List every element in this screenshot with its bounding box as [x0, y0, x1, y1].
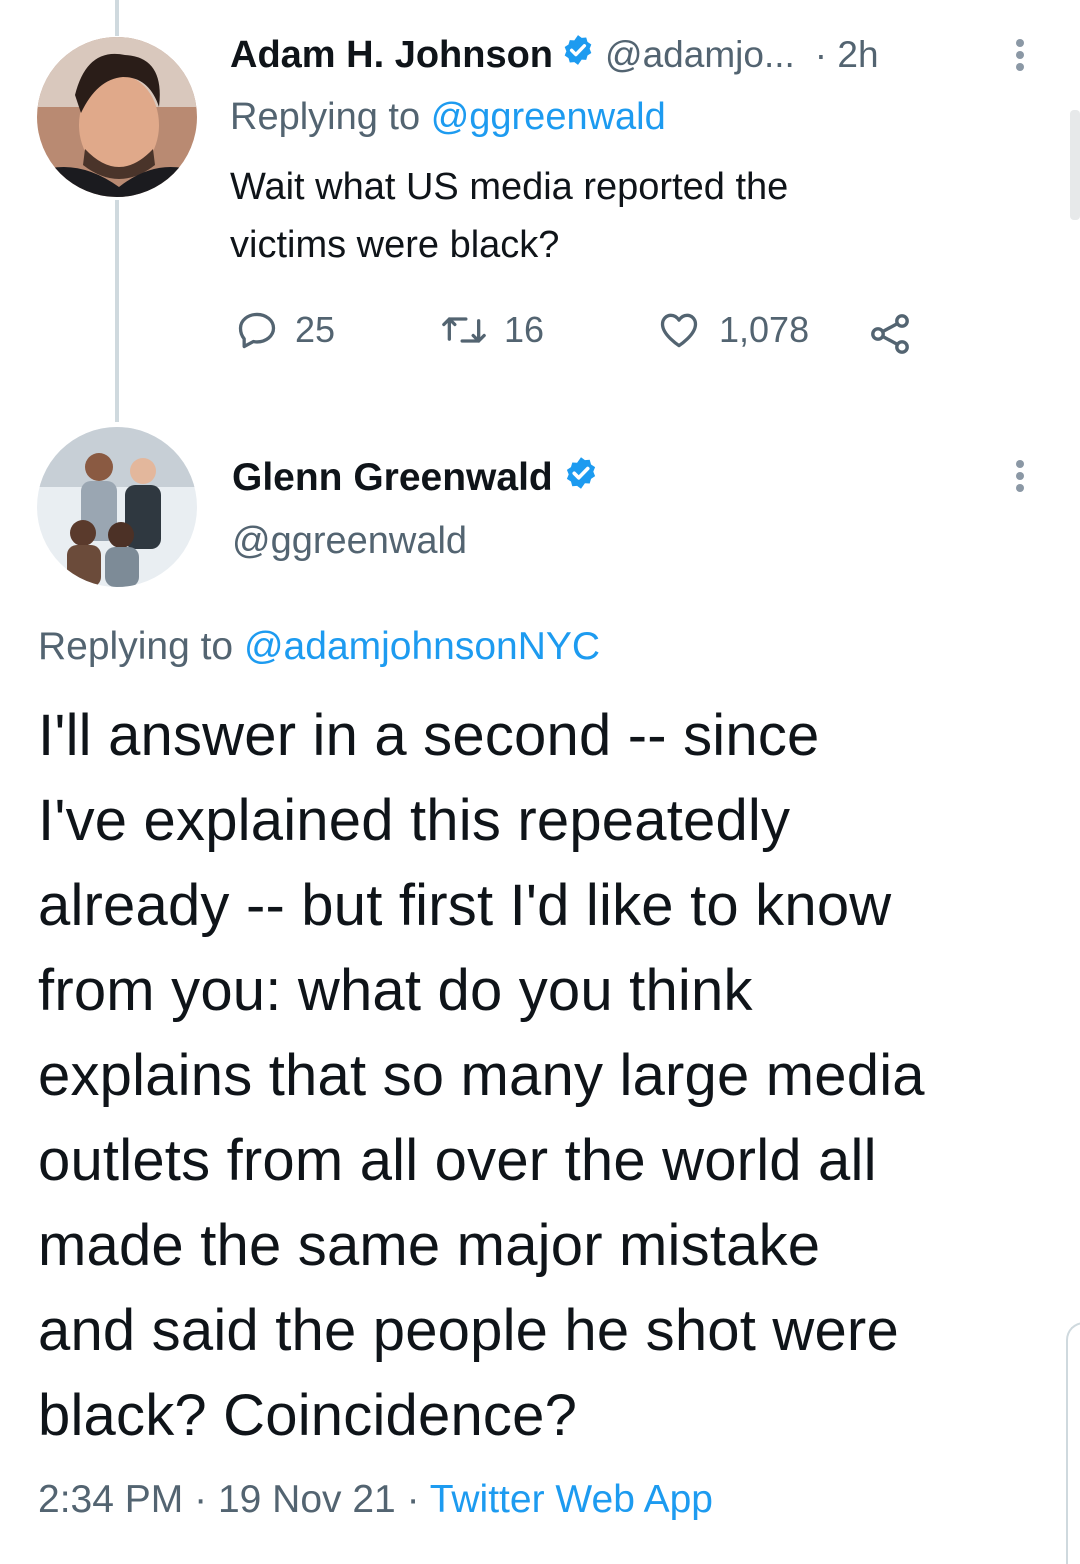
like-button[interactable]: 1,078 [655, 308, 809, 352]
tweet-metadata: 2:34 PM · 19 Nov 21 · Twitter Web App [38, 1478, 713, 1522]
tweet-time[interactable]: 2:34 PM [38, 1478, 183, 1521]
scrollbar[interactable] [1070, 110, 1080, 220]
tweet-source[interactable]: Twitter Web App [430, 1478, 713, 1521]
avatar-glenn[interactable] [37, 427, 197, 587]
like-count: 1,078 [719, 309, 810, 350]
retweet-icon [442, 317, 486, 343]
more-icon[interactable] [1016, 456, 1024, 496]
verified-badge-icon [563, 455, 599, 501]
main-author-name[interactable]: Glenn Greenwald [232, 456, 553, 500]
tweet-date[interactable]: 19 Nov 21 [218, 1478, 396, 1521]
reply-author-name[interactable]: Adam H. Johnson [230, 34, 553, 77]
retweet-count: 16 [504, 309, 545, 350]
main-replying-to: Replying to @adamjohnsonNYC [38, 625, 600, 669]
replying-to-handle[interactable]: @ggreenwald [431, 96, 666, 138]
reply-button[interactable]: 25 [235, 308, 335, 352]
reply-text-line: victims were black? [230, 224, 560, 266]
thread-line-top [115, 0, 119, 36]
verified-badge-icon [561, 33, 595, 77]
main-tweet-header: Glenn Greenwald [232, 452, 599, 504]
replying-to-label: Replying to [230, 96, 421, 138]
reply-replying-to: Replying to @ggreenwald [230, 96, 666, 139]
floating-panel-edge [1066, 1322, 1080, 1564]
share-icon[interactable] [866, 310, 914, 363]
separator: · [406, 1478, 420, 1521]
replying-to-handle[interactable]: @adamjohnsonNYC [244, 625, 600, 668]
main-author-handle[interactable]: @ggreenwald [232, 520, 467, 563]
reply-icon [238, 312, 276, 349]
avatar-adam[interactable] [37, 37, 197, 197]
reply-text-line: Wait what US media reported the [230, 166, 789, 208]
retweet-button[interactable]: 16 [440, 308, 544, 352]
like-icon [660, 313, 698, 348]
reply-tweet-text: Wait what US media reported the victims … [230, 158, 788, 274]
reply-count: 25 [295, 309, 336, 350]
reply-tweet-time[interactable]: · 2h [815, 34, 879, 76]
reply-author-handle[interactable]: @adamjo... [605, 34, 795, 76]
replying-to-label: Replying to [38, 625, 234, 668]
main-tweet-text: I'll answer in a second -- since I've ex… [38, 703, 925, 1448]
more-icon[interactable] [1016, 35, 1024, 75]
reply-tweet-header: Adam H. Johnson @adamjo... · 2h [230, 30, 879, 80]
separator: · [194, 1478, 208, 1521]
thread-line [115, 200, 119, 422]
